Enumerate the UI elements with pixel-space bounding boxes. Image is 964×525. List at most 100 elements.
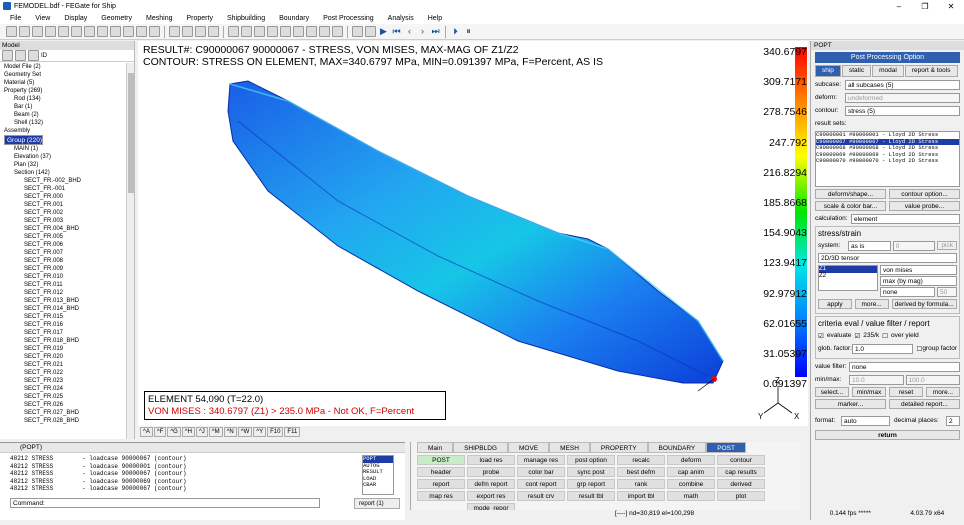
tensor-select[interactable]: 2D/3D tensor — [818, 253, 957, 263]
tree-item[interactable]: SECT_FR.016 — [0, 321, 126, 329]
tree-item[interactable]: Beam (2) — [0, 111, 126, 119]
tree-item[interactable]: SECT_FR.028_BHD — [0, 417, 126, 425]
tree-item[interactable]: Group (220) — [0, 135, 126, 145]
tab-static[interactable]: static — [841, 65, 872, 77]
layer-list[interactable]: Z1 Z2 — [818, 265, 878, 291]
tree-item[interactable]: Plan (32) — [0, 161, 126, 169]
reset-button[interactable]: reset — [889, 387, 923, 397]
tree-item[interactable]: SECT_FR.014_BHD — [0, 305, 126, 313]
tree-item[interactable]: SECT_FR.023 — [0, 377, 126, 385]
max-by-mag-select[interactable]: max (by mag) — [880, 276, 957, 286]
fkey-button[interactable]: ^F — [153, 427, 167, 437]
subcase-select[interactable]: all subcases (5) — [845, 79, 960, 90]
um-button-export-res[interactable]: export res — [467, 491, 515, 501]
paste-icon[interactable] — [123, 26, 134, 37]
menu-item-meshing[interactable]: Meshing — [146, 15, 172, 22]
tree-item[interactable]: SECT_FR.013_BHD — [0, 297, 126, 305]
tab-mesh[interactable]: MESH — [549, 442, 590, 453]
first-icon[interactable]: ⏮ — [391, 26, 402, 37]
detailed-report-button[interactable]: detailed report... — [889, 399, 960, 409]
model-tree[interactable]: Model File (2) Geometry Set Material (5) Pr… — [0, 63, 126, 439]
more-button[interactable]: more... — [854, 299, 889, 309]
fkey-button[interactable]: ^H — [181, 427, 195, 437]
tree-item[interactable]: Elevation (37) — [0, 153, 126, 161]
menu-item-display[interactable]: Display — [64, 15, 87, 22]
fkey-button[interactable]: ^A — [140, 427, 153, 437]
um-button-report[interactable]: report — [417, 479, 465, 489]
tree-item[interactable]: Rod (134) — [0, 95, 126, 103]
tree-item[interactable]: SECT_FR.012 — [0, 289, 126, 297]
mesh-d-icon[interactable] — [267, 26, 278, 37]
layer-z2[interactable]: Z2 — [819, 273, 826, 279]
tab-boundary[interactable]: BOUNDARY — [647, 442, 707, 453]
fkey-button[interactable]: ^N — [223, 427, 237, 437]
value-probe-button[interactable]: value probe... — [889, 201, 960, 211]
derived-formula-button[interactable]: derived by formula... — [891, 299, 957, 309]
box-icon[interactable] — [149, 26, 160, 37]
tree-item[interactable]: SECT_FR.019 — [0, 345, 126, 353]
deform-shape-button[interactable]: deform/shape... — [815, 189, 886, 199]
um-button-cont-report[interactable]: cont report — [517, 479, 565, 489]
um-button-grp-report[interactable]: grp report — [567, 479, 615, 489]
expand-icon[interactable] — [2, 50, 13, 61]
um-button-math[interactable]: math — [667, 491, 715, 501]
fkey-button[interactable]: F10 — [267, 427, 284, 437]
tree-item[interactable]: SECT_FR.-002_BHD — [0, 177, 126, 185]
result-set-item[interactable]: C90000070 #90000070 - Lloyd 2D Stress — [816, 157, 959, 165]
tab-shipbldg[interactable]: SHIPBLDG — [453, 442, 508, 453]
tree-item[interactable]: SECT_FR.000 — [0, 193, 126, 201]
tree-item[interactable]: Model File (2) — [0, 63, 126, 71]
cut-icon[interactable] — [97, 26, 108, 37]
result-sets-list[interactable]: C90000001 #90000001 - Lloyd 2D Stress C90… — [815, 131, 960, 187]
menu-item-file[interactable]: File — [10, 15, 21, 22]
play-icon[interactable]: ▶ — [378, 26, 389, 37]
system-value[interactable]: 0 — [892, 240, 936, 251]
um-button-defm-report[interactable]: defm report — [467, 479, 515, 489]
tree-item[interactable]: Geometry Set — [0, 71, 126, 79]
um-button-post[interactable]: POST — [417, 455, 465, 465]
tree-item[interactable]: Assembly — [0, 127, 126, 135]
minimize-button[interactable]: – — [886, 2, 912, 11]
tab-move[interactable]: MOVE — [507, 442, 550, 453]
layer-z1[interactable]: Z1 — [819, 266, 877, 273]
select-icon[interactable] — [136, 26, 147, 37]
mesh-h-icon[interactable] — [319, 26, 330, 37]
collapse-icon[interactable] — [15, 50, 26, 61]
um-button-rank[interactable]: rank — [617, 479, 665, 489]
command-mode-item[interactable]: CBAR — [363, 481, 393, 489]
fkey-button[interactable]: F11 — [284, 427, 301, 437]
select-button[interactable]: select... — [815, 387, 849, 397]
save-icon[interactable] — [32, 26, 43, 37]
pick-button[interactable]: pick — [937, 241, 957, 250]
command-mode-list[interactable]: POPT AUTOG RESULT LOAD CBAR — [362, 455, 394, 495]
minmax-button[interactable]: min/max — [852, 387, 886, 397]
tree-item[interactable]: SECT_FR.006 — [0, 241, 126, 249]
tab-modal[interactable]: modal — [872, 65, 904, 77]
menu-item-geometry[interactable]: Geometry — [101, 15, 132, 22]
view-side-icon[interactable] — [195, 26, 206, 37]
min-input[interactable]: 10.0 — [849, 374, 904, 385]
tab-post[interactable]: POST — [706, 442, 746, 453]
menu-item-analysis[interactable]: Analysis — [388, 15, 414, 22]
tree-item[interactable]: SECT_FR.001 — [0, 201, 126, 209]
color-b-icon[interactable] — [365, 26, 376, 37]
um-button-load-res[interactable]: load res — [467, 455, 515, 465]
print-icon[interactable] — [58, 26, 69, 37]
tree-item[interactable]: SECT_FR.020 — [0, 353, 126, 361]
last-icon[interactable]: ⏭ — [430, 26, 441, 37]
um-button-recalc[interactable]: recalc — [617, 455, 665, 465]
tree-item[interactable]: SECT_FR.005 — [0, 233, 126, 241]
tree-item[interactable]: SECT_FR.015 — [0, 313, 126, 321]
contour-select[interactable]: stress (5) — [845, 105, 960, 116]
none-select[interactable]: none — [880, 287, 935, 297]
tree-item[interactable]: Material (5) — [0, 79, 126, 87]
fkey-button[interactable]: ^J — [195, 427, 208, 437]
close-button[interactable]: ✕ — [938, 2, 964, 11]
fkey-button[interactable]: ^Y — [253, 427, 267, 437]
command-input[interactable]: Command: — [10, 498, 320, 508]
menu-item-shipbuilding[interactable]: Shipbuilding — [227, 15, 265, 22]
format-select[interactable]: auto — [841, 415, 890, 426]
mesh-b-icon[interactable] — [241, 26, 252, 37]
tree-item[interactable]: Section (142) — [0, 169, 126, 177]
tree-item[interactable]: Property (269) — [0, 87, 126, 95]
